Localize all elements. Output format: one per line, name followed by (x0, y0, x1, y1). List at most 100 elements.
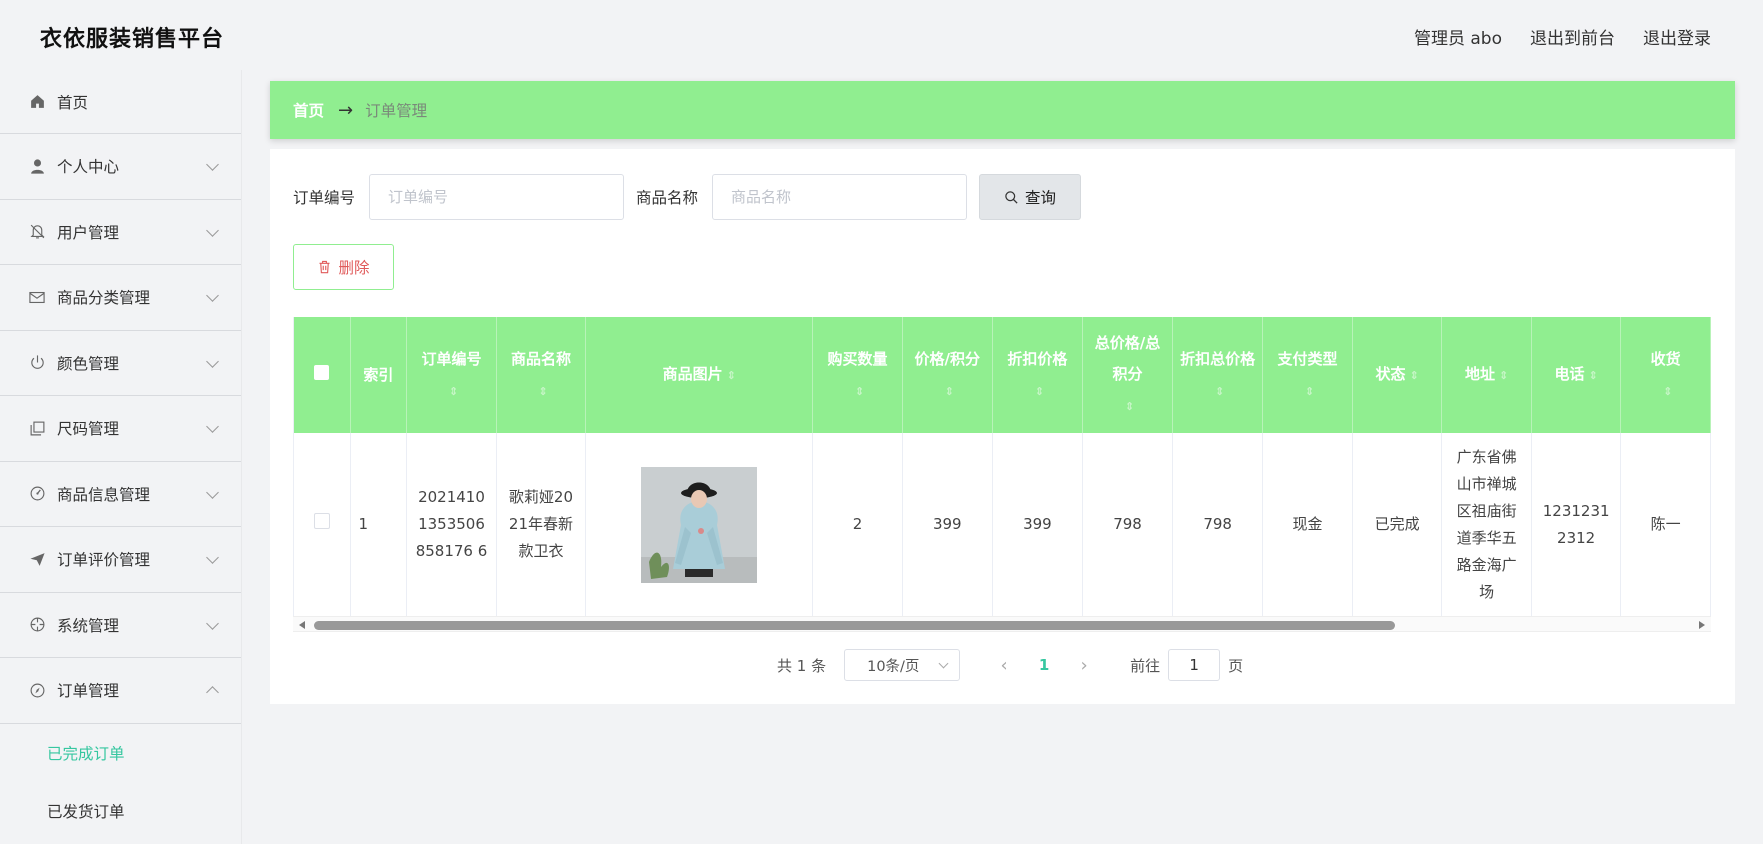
sidebar-item-home[interactable]: 首页 (0, 70, 241, 134)
prev-page-button[interactable]: ‹ (984, 655, 1024, 676)
sidebar-item-label: 订单评价管理 (57, 551, 151, 570)
sort-icon[interactable]: ⇕ (1305, 385, 1314, 398)
sort-icon[interactable]: ⇕ (1499, 369, 1508, 382)
horizontal-scrollbar[interactable] (293, 616, 1711, 632)
orders-table: 索引 订单编号 ⇕ 商品名称 ⇕ 商品图片 ⇕ 购买数量 ⇕ 价格/积分⇕ 折扣价格 ⇕ … (293, 317, 1711, 619)
select-all-checkbox[interactable] (314, 364, 330, 380)
cell-product-name: 歌莉娅2021年春新款卫衣 (496, 433, 587, 618)
gauge-icon (28, 485, 46, 503)
sidebar-item-label: 用户管理 (57, 223, 120, 242)
product-name-input[interactable] (712, 174, 968, 220)
back-to-front-link[interactable]: 退出到前台 (1530, 24, 1615, 49)
sort-icon[interactable]: ⇕ (1125, 400, 1134, 413)
sidebar-item-label: 商品分类管理 (57, 289, 151, 308)
pagination-total: 共 1 条 (777, 656, 827, 675)
col-status[interactable]: 状态 ⇕ (1352, 317, 1443, 433)
next-page-button[interactable]: › (1064, 655, 1104, 676)
chevron-down-icon (206, 551, 219, 565)
cell-discount-total: 798 (1172, 433, 1264, 618)
order-no-label: 订单编号 (293, 189, 356, 207)
row-checkbox[interactable] (313, 513, 330, 530)
select-all-cell[interactable] (294, 317, 351, 433)
breadcrumb-home-link[interactable]: 首页 (293, 99, 324, 121)
sidebar-item-label: 商品信息管理 (57, 485, 151, 504)
sidebar-item-label: 订单管理 (57, 682, 120, 701)
cell-pay-type: 现金 (1262, 433, 1353, 618)
sidebar-item-user-management[interactable]: 用户管理 (0, 200, 241, 265)
sort-icon[interactable]: ⇕ (1409, 369, 1418, 382)
crosshair-icon (28, 616, 46, 634)
goto-page-input[interactable] (1168, 649, 1221, 681)
row-select-cell[interactable] (294, 433, 351, 618)
chevron-up-icon (206, 686, 219, 700)
sidebar-item-personal-center[interactable]: 个人中心 (0, 134, 241, 200)
sidebar-item-system-management[interactable]: 系统管理 (0, 593, 241, 658)
trash-icon (319, 260, 330, 274)
col-pay-type[interactable]: 支付类型 ⇕ (1262, 317, 1353, 433)
sidebar-item-product-info-management[interactable]: 商品信息管理 (0, 462, 241, 527)
cell-product-image (585, 433, 814, 618)
send-icon (28, 550, 46, 568)
sidebar-subitem-completed-orders[interactable]: 已完成订单 (0, 724, 241, 782)
query-button[interactable]: 查询 (979, 174, 1082, 220)
sort-icon[interactable]: ⇕ (1215, 385, 1224, 398)
col-price[interactable]: 价格/积分⇕ (902, 317, 993, 433)
col-phone[interactable]: 电话 ⇕ (1531, 317, 1622, 433)
chevron-down-icon (206, 289, 219, 303)
cell-order-no: 20214101353506858176 6 (406, 433, 497, 618)
col-address[interactable]: 地址 ⇕ (1441, 317, 1532, 433)
chevron-down-icon (206, 158, 219, 172)
table-row[interactable]: 1 20214101353506858176 6 歌莉娅2021年春新款卫衣 2… (294, 433, 1711, 618)
page-suffix: 页 (1228, 656, 1244, 675)
sidebar-item-order-management[interactable]: 订单管理 (0, 658, 241, 724)
scroll-right-icon[interactable] (1699, 621, 1705, 629)
product-image[interactable] (641, 466, 758, 583)
sort-icon[interactable]: ⇕ (945, 385, 954, 398)
sidebar-item-color-management[interactable]: 颜色管理 (0, 331, 241, 396)
col-product-image[interactable]: 商品图片 ⇕ (585, 317, 814, 433)
col-total-price[interactable]: 总价格/总积分 ⇕ (1082, 317, 1174, 433)
cell-total-price: 798 (1082, 433, 1174, 618)
cell-price: 399 (902, 433, 993, 618)
delete-button[interactable]: 删除 (293, 244, 394, 290)
col-order-no[interactable]: 订单编号 ⇕ (406, 317, 497, 433)
order-no-input[interactable] (369, 174, 625, 220)
sidebar-item-category-management[interactable]: 商品分类管理 (0, 265, 241, 331)
sort-icon[interactable]: ⇕ (449, 385, 458, 398)
cell-address: 广东省佛山市禅城区祖庙街道季华五路金海广场 (1441, 433, 1532, 618)
sidebar-subitem-shipped-orders[interactable]: 已发货订单 (0, 782, 241, 840)
col-discount-total[interactable]: 折扣总价格⇕ (1172, 317, 1264, 433)
col-index: 索引 (350, 317, 408, 433)
arrow-right-icon: → (338, 99, 354, 121)
scroll-left-icon[interactable] (299, 621, 305, 629)
top-header: 衣依服装销售平台 管理员 abo 退出到前台 退出登录 (0, 0, 1763, 70)
admin-label: 管理员 abo (1413, 29, 1502, 49)
goto-label: 前往 (1130, 656, 1161, 675)
sidebar-item-size-management[interactable]: 尺码管理 (0, 396, 241, 462)
scrollbar-thumb[interactable] (314, 621, 1395, 630)
sort-icon[interactable]: ⇕ (1035, 385, 1044, 398)
product-name-label: 商品名称 (636, 189, 699, 207)
sort-icon[interactable]: ⇕ (538, 385, 547, 398)
page-size-select[interactable]: 10条/页 (844, 649, 961, 681)
sort-icon[interactable]: ⇕ (727, 369, 736, 382)
col-quantity[interactable]: 购买数量 ⇕ (812, 317, 903, 433)
chevron-down-icon (206, 485, 219, 499)
chevron-down-icon (938, 658, 949, 669)
query-button-label: 查询 (1025, 189, 1057, 207)
search-icon (1005, 190, 1018, 204)
sidebar-item-order-review-management[interactable]: 订单评价管理 (0, 527, 241, 593)
cell-phone: 12312312312 (1531, 433, 1622, 618)
col-discount-price[interactable]: 折扣价格 ⇕ (992, 317, 1083, 433)
sort-icon[interactable]: ⇕ (1663, 385, 1672, 398)
sort-icon[interactable]: ⇕ (855, 385, 864, 398)
sort-icon[interactable]: ⇕ (1589, 369, 1598, 382)
logout-link[interactable]: 退出登录 (1643, 24, 1711, 49)
table-header-row: 索引 订单编号 ⇕ 商品名称 ⇕ 商品图片 ⇕ 购买数量 ⇕ 价格/积分⇕ 折扣价格 ⇕ … (294, 317, 1711, 433)
power-icon (28, 354, 46, 372)
page-number-1[interactable]: 1 (1024, 656, 1064, 674)
col-receiver[interactable]: 收货 ⇕ (1620, 317, 1711, 433)
page-size-value: 10条/页 (867, 658, 920, 675)
home-icon (28, 93, 46, 111)
col-product-name[interactable]: 商品名称 ⇕ (496, 317, 587, 433)
